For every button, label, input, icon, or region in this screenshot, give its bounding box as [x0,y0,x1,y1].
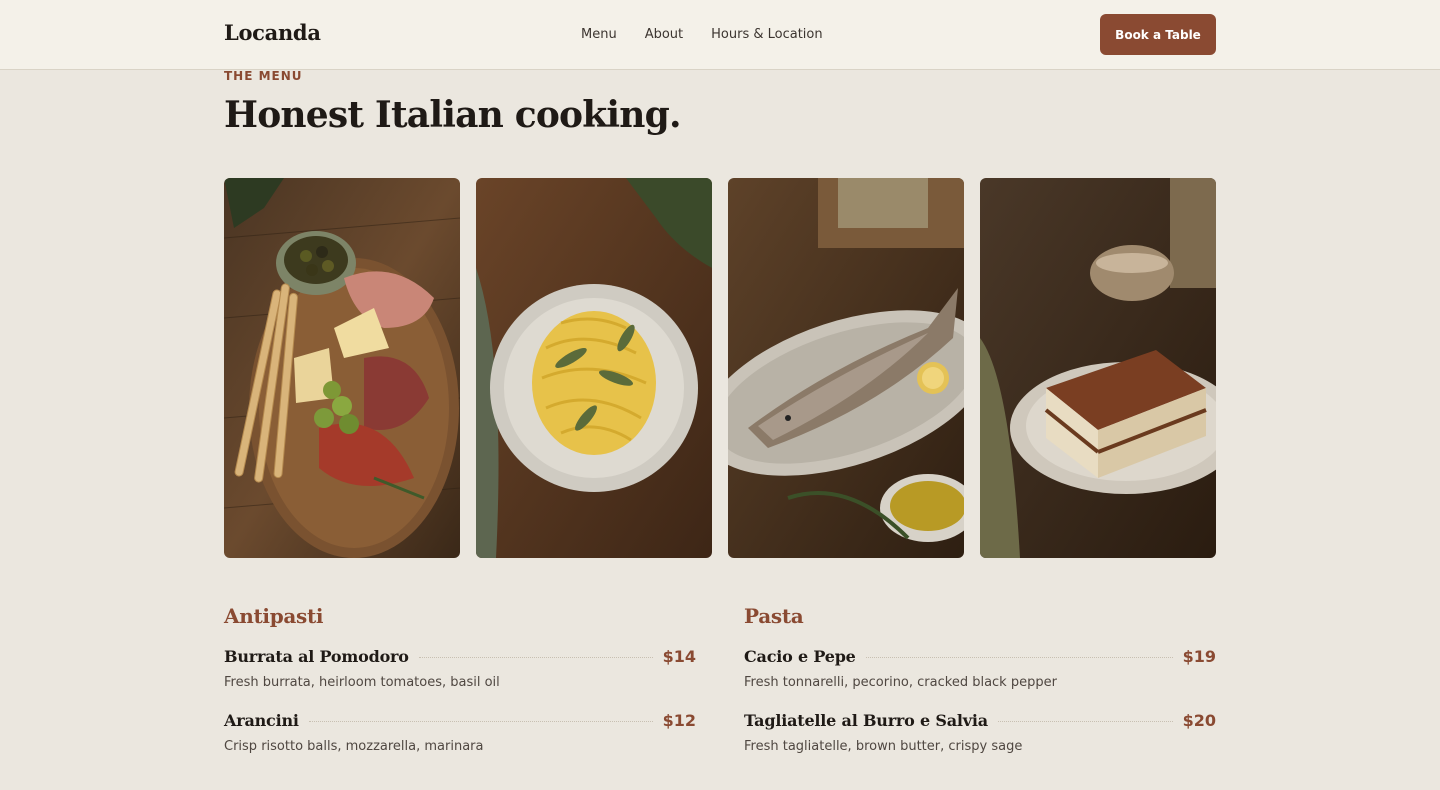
menu-item-price: $20 [1182,711,1216,730]
menu-item-price: $12 [662,711,696,730]
logo[interactable]: Locanda [224,20,321,45]
menu-item-price: $14 [662,647,696,666]
dotted-leader [308,721,653,722]
menu-item: Cacio e Pepe $19 Fresh tonnarelli, pecor… [744,647,1216,690]
tagliatelle-photo [476,178,712,558]
menu-item-name: Burrata al Pomodoro [224,647,409,666]
page-title: Honest Italian cooking. [224,94,682,136]
photo-gallery [224,178,1216,558]
menu-category-pasta: Pasta Cacio e Pepe $19 Fresh tonnarelli,… [744,604,1216,775]
dotted-leader [997,721,1173,722]
menu-item-description: Crisp risotto balls, mozzarella, marinar… [224,739,484,754]
nav-link-hours-location[interactable]: Hours & Location [711,27,822,42]
nav-link-menu[interactable]: Menu [581,27,617,42]
menu-category-antipasti: Antipasti Burrata al Pomodoro $14 Fresh … [224,604,696,775]
book-table-button[interactable]: Book a Table [1100,14,1216,55]
nav-link-about[interactable]: About [645,27,683,42]
menu-item-name: Tagliatelle al Burro e Salvia [744,711,988,730]
site-header: Locanda Menu About Hours & Location Book… [0,0,1440,70]
dotted-leader [418,657,653,658]
menu-item-name: Cacio e Pepe [744,647,856,666]
section-eyebrow: THE MENU [224,69,303,83]
menu-item-description: Fresh tonnarelli, pecorino, cracked blac… [744,675,1057,690]
category-title: Antipasti [224,604,324,628]
main-nav: Menu About Hours & Location [581,27,823,42]
menu-item-price: $19 [1182,647,1216,666]
menu-item: Arancini $12 Crisp risotto balls, mozzar… [224,711,696,754]
antipasti-board-photo [224,178,460,558]
category-title: Pasta [744,604,804,628]
menu-item: Tagliatelle al Burro e Salvia $20 Fresh … [744,711,1216,754]
menu-item-description: Fresh burrata, heirloom tomatoes, basil … [224,675,500,690]
dotted-leader [865,657,1173,658]
menu-item: Burrata al Pomodoro $14 Fresh burrata, h… [224,647,696,690]
menu-item-description: Fresh tagliatelle, brown butter, crispy … [744,739,1023,754]
menu-item-name: Arancini [224,711,299,730]
grilled-fish-photo [728,178,964,558]
tiramisu-photo [980,178,1216,558]
